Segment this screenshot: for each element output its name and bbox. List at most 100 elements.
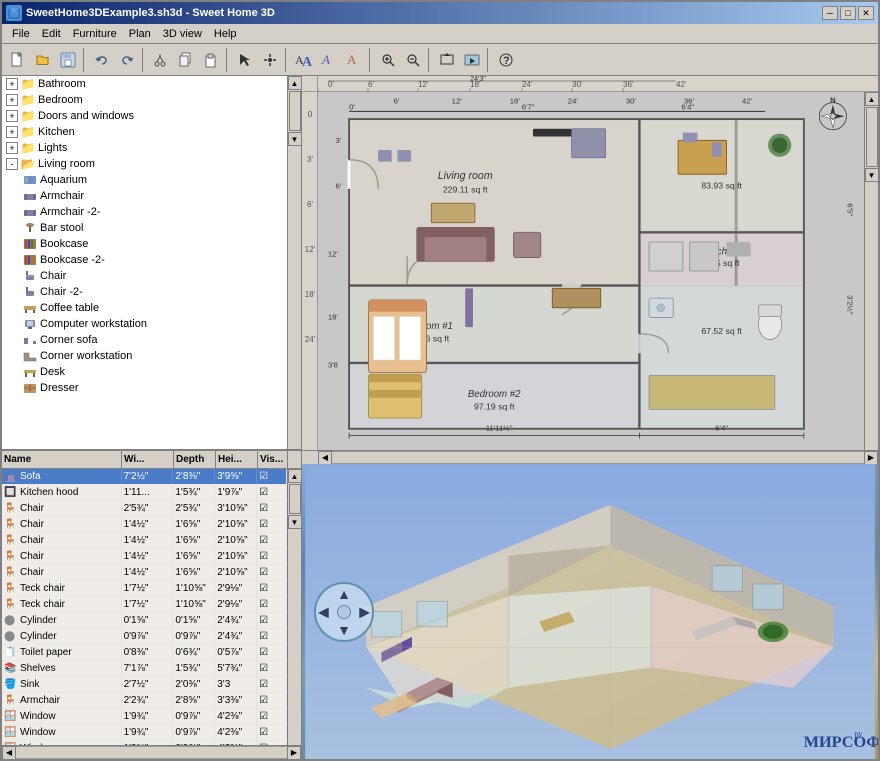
close-button[interactable]: ✕	[858, 6, 874, 20]
tree-label-cornerws: Corner workstation	[40, 350, 132, 362]
undo-button[interactable]	[90, 48, 114, 72]
expand-livingroom[interactable]: -	[6, 158, 18, 170]
new-button[interactable]	[6, 48, 30, 72]
furniture-row-kitchenhood[interactable]: 🔲Kitchen hood 1'11... 1'5¾" 1'9⅞" ☑	[2, 485, 287, 501]
plan-scroll-down[interactable]: ▼	[865, 168, 879, 182]
paste-button[interactable]	[199, 48, 223, 72]
3d-render: МИРСОФТА ру ▲ ▼ ◀ ▶	[302, 464, 878, 759]
expand-kitchen[interactable]: +	[6, 126, 18, 138]
plan-scroll-up[interactable]: ▲	[865, 92, 879, 106]
menu-furniture[interactable]: Furniture	[67, 26, 123, 42]
tree-scroll-down[interactable]: ▼	[288, 132, 302, 146]
furn-cell-sofa-visible[interactable]: ☑	[257, 469, 287, 484]
expand-bedroom[interactable]: +	[6, 94, 18, 106]
furniture-scroll-down[interactable]: ▼	[288, 515, 302, 529]
pan-tool[interactable]	[258, 48, 282, 72]
menu-edit[interactable]: Edit	[36, 26, 67, 42]
furniture-row-window2[interactable]: 🪟Window 1'9¾" 0'9⅞" 4'2⅜" ☑	[2, 725, 287, 741]
plan-hscroll-right[interactable]: ▶	[864, 451, 878, 465]
add-room[interactable]: A	[342, 48, 366, 72]
zoom-in-button[interactable]	[376, 48, 400, 72]
tree-scroll-up[interactable]: ▲	[288, 76, 302, 90]
tree-item-bookcase2[interactable]: Bookcase -2-	[2, 252, 287, 268]
tree-item-bookcase[interactable]: Bookcase	[2, 236, 287, 252]
add-furniture[interactable]: AA	[292, 48, 316, 72]
furniture-row-cylinder2[interactable]: ⬤Cylinder 0'9⅞" 0'9⅞" 2'4¾" ☑	[2, 629, 287, 645]
floor-plan-inner[interactable]: N 0' 6' 12' 18' 24' 30' 36' 42'	[318, 92, 864, 450]
nav-right-arrow[interactable]: ▶	[359, 603, 370, 620]
tree-item-kitchen[interactable]: + 📁 Kitchen	[2, 124, 287, 140]
tree-item-aquarium[interactable]: Aquarium	[2, 172, 287, 188]
tree-item-bathroom[interactable]: + 📁 Bathroom	[2, 76, 287, 92]
tree-item-computerws[interactable]: Computer workstation	[2, 316, 287, 332]
tree-scroll-thumb[interactable]	[289, 91, 301, 131]
tree-item-armchair[interactable]: Armchair	[2, 188, 287, 204]
help-button[interactable]: ?	[494, 48, 518, 72]
furniture-vertical-scroll[interactable]: ▲ ▼	[287, 469, 301, 745]
plan-vertical-scroll[interactable]: ▲ ▼	[864, 92, 878, 450]
furniture-row-teckchair2[interactable]: 🪑Teck chair 1'7½" 1'10⅝" 2'9⅛" ☑	[2, 597, 287, 613]
menu-file[interactable]: File	[6, 26, 36, 42]
virtual-visit[interactable]	[460, 48, 484, 72]
cut-button[interactable]	[149, 48, 173, 72]
furniture-row-window1[interactable]: 🪟Window 1'9¾" 0'9⅞" 4'2⅜" ☑	[2, 709, 287, 725]
tree-item-armchair2[interactable]: Armchair -2-	[2, 204, 287, 220]
menu-3dview[interactable]: 3D view	[157, 26, 208, 42]
expand-bathroom[interactable]: +	[6, 78, 18, 90]
tree-item-doors[interactable]: + 📁 Doors and windows	[2, 108, 287, 124]
furniture-row-toiletpaper[interactable]: 🧻Toilet paper 0'8⅜" 0'6¾" 0'5⅞" ☑	[2, 645, 287, 661]
nav-up-arrow[interactable]: ▲	[337, 586, 351, 602]
furniture-scroll-up[interactable]: ▲	[288, 469, 302, 483]
furniture-hscroll-right[interactable]: ▶	[287, 746, 301, 760]
tree-item-lights[interactable]: + 📁 Lights	[2, 140, 287, 156]
furniture-row-sink[interactable]: 🪣Sink 2'7½" 2'0⅜" 3'3 ☑	[2, 677, 287, 693]
furniture-row-chair5[interactable]: 🪑Chair 1'4½" 1'6⅝" 2'10⅝" ☑	[2, 565, 287, 581]
tree-item-barstool[interactable]: Bar stool	[2, 220, 287, 236]
furniture-row-chair1[interactable]: 🪑Chair 2'5¾" 2'5¾" 3'10⅝" ☑	[2, 501, 287, 517]
plan-hscroll-track[interactable]	[332, 451, 864, 464]
furniture-row-chair4[interactable]: 🪑Chair 1'4½" 1'6⅝" 2'10⅝" ☑	[2, 549, 287, 565]
menu-help[interactable]: Help	[208, 26, 243, 42]
furniture-scroll-thumb[interactable]	[289, 484, 301, 514]
add-wall[interactable]: A	[317, 48, 341, 72]
furniture-hscroll-track[interactable]	[16, 746, 287, 759]
furniture-row-teckchair1[interactable]: 🪑Teck chair 1'7½" 1'10⅝" 2'9⅛" ☑	[2, 581, 287, 597]
furniture-hscroll-left[interactable]: ◀	[2, 746, 16, 760]
select-tool[interactable]	[233, 48, 257, 72]
expand-doors[interactable]: +	[6, 110, 18, 122]
furniture-row-cylinder1[interactable]: ⬤Cylinder 0'1⅝" 0'1⅝" 2'4¾" ☑	[2, 613, 287, 629]
furniture-row-shelves[interactable]: 📚Shelves 7'1⅞" 1'5¾" 5'7¾" ☑	[2, 661, 287, 677]
svg-text:МИРСОФТА: МИРСОФТА	[804, 733, 878, 751]
furniture-row-chair3[interactable]: 🪑Chair 1'4½" 1'6⅝" 2'10⅝" ☑	[2, 533, 287, 549]
top-view-button[interactable]	[435, 48, 459, 72]
expand-lights[interactable]: +	[6, 142, 18, 154]
plan-scroll-thumb[interactable]	[866, 107, 878, 167]
zoom-out-button[interactable]	[401, 48, 425, 72]
nav-left-arrow[interactable]: ◀	[318, 603, 329, 620]
maximize-button[interactable]: □	[840, 6, 856, 20]
tree-item-livingroom[interactable]: - 📂 Living room	[2, 156, 287, 172]
svg-text:12': 12'	[328, 249, 339, 258]
tree-vertical-scroll[interactable]: ▲ ▼	[287, 76, 301, 449]
tree-item-cornerws[interactable]: Corner workstation	[2, 348, 287, 364]
furniture-row-armchair[interactable]: 🪑Armchair 2'2¾" 2'8⅝" 3'3⅜" ☑	[2, 693, 287, 709]
plan-hscroll-left[interactable]: ◀	[318, 451, 332, 465]
furn-cell-kitchenhood-visible[interactable]: ☑	[257, 485, 287, 500]
tree-item-bedroom[interactable]: + 📁 Bedroom	[2, 92, 287, 108]
minimize-button[interactable]: ─	[822, 6, 838, 20]
tree-item-chair[interactable]: Chair	[2, 268, 287, 284]
save-button[interactable]	[56, 48, 80, 72]
svg-text:83.93 sq ft: 83.93 sq ft	[701, 181, 742, 191]
tree-item-cornersofa[interactable]: Corner sofa	[2, 332, 287, 348]
tree-item-dresser[interactable]: Dresser	[2, 380, 287, 396]
open-button[interactable]	[31, 48, 55, 72]
tree-item-coffeetable[interactable]: Coffee table	[2, 300, 287, 316]
redo-button[interactable]	[115, 48, 139, 72]
copy-button[interactable]	[174, 48, 198, 72]
tree-item-desk[interactable]: Desk	[2, 364, 287, 380]
furniture-row-chair2[interactable]: 🪑Chair 1'4½" 1'6⅝" 2'10⅝" ☑	[2, 517, 287, 533]
nav-down-arrow[interactable]: ▼	[337, 622, 351, 638]
menu-plan[interactable]: Plan	[123, 26, 157, 42]
furniture-row-sofa[interactable]: Sofa 7'2½" 2'8⅜" 3'9⅝" ☑	[2, 469, 287, 485]
tree-item-chair2[interactable]: Chair -2-	[2, 284, 287, 300]
